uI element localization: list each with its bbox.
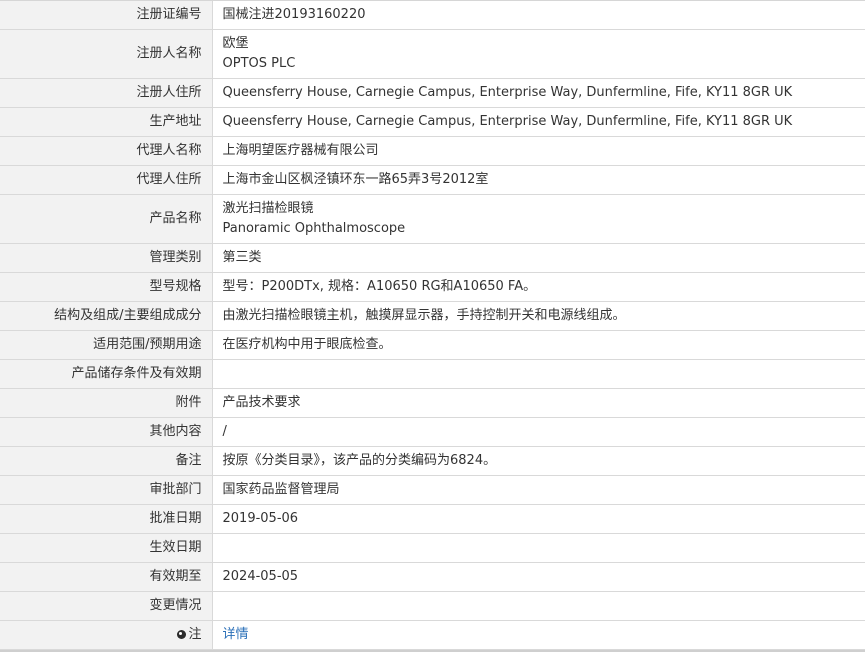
table-row: 产品名称 激光扫描检眼镜 Panoramic Ophthalmoscope	[0, 194, 865, 244]
table-row: 生效日期	[0, 533, 865, 563]
field-value-line: /	[222, 424, 227, 439]
table-row: 代理人住所 上海市金山区枫泾镇环东一路65弄3号2012室	[0, 165, 865, 195]
table-row: 结构及组成/主要组成成分 由激光扫描检眼镜主机，触摸屏显示器，手持控制开关和电源…	[0, 301, 865, 331]
note-row: 注 详情	[0, 620, 865, 650]
field-value: 按原《分类目录》，该产品的分类编码为6824。	[212, 446, 865, 476]
table-row: 附件 产品技术要求	[0, 388, 865, 418]
field-value-line: 第三类	[222, 250, 262, 265]
field-label: 产品名称	[0, 194, 213, 244]
field-value-line: 按原《分类目录》，该产品的分类编码为6824。	[222, 453, 497, 468]
table-row: 注册人名称 欧堡 OPTOS PLC	[0, 29, 865, 79]
field-label: 批准日期	[0, 504, 213, 534]
field-value-line: 产品技术要求	[222, 395, 301, 410]
registration-table: 注册证编号 国械注进20193160220 注册人名称 欧堡 OPTOS PLC …	[0, 1, 865, 650]
field-label: 附件	[0, 388, 213, 418]
field-value-line: 型号：P200DTx, 规格：A10650 RG和A10650 FA。	[222, 279, 537, 294]
field-label: 适用范围/预期用途	[0, 330, 213, 360]
field-value-line: 在医疗机构中用于眼底检查。	[222, 337, 392, 352]
table-row: 适用范围/预期用途 在医疗机构中用于眼底检查。	[0, 330, 865, 360]
field-value: 第三类	[212, 243, 865, 273]
field-label: 型号规格	[0, 272, 213, 302]
table-row: 其他内容 /	[0, 417, 865, 447]
note-icon	[177, 630, 187, 639]
field-label: 结构及组成/主要组成成分	[0, 301, 213, 331]
field-value	[212, 533, 865, 563]
field-value: Queensferry House, Carnegie Campus, Ente…	[212, 107, 865, 137]
field-value: 由激光扫描检眼镜主机，触摸屏显示器，手持控制开关和电源线组成。	[212, 301, 865, 331]
field-value: 激光扫描检眼镜 Panoramic Ophthalmoscope	[212, 194, 865, 244]
field-label: 生产地址	[0, 107, 213, 137]
field-label: 其他内容	[0, 417, 213, 447]
field-value-line: 2024-05-05	[222, 569, 299, 584]
field-value: /	[212, 417, 865, 447]
field-value: 上海明望医疗器械有限公司	[212, 136, 865, 166]
table-row: 代理人名称 上海明望医疗器械有限公司	[0, 136, 865, 166]
table-row: 型号规格 型号：P200DTx, 规格：A10650 RG和A10650 FA。	[0, 272, 865, 302]
field-value-line: 欧堡	[222, 36, 249, 51]
field-value: 上海市金山区枫泾镇环东一路65弄3号2012室	[212, 165, 865, 195]
table-row: 产品储存条件及有效期	[0, 359, 865, 389]
field-value-line: 由激光扫描检眼镜主机，触摸屏显示器，手持控制开关和电源线组成。	[222, 308, 626, 323]
field-value-line: Queensferry House, Carnegie Campus, Ente…	[222, 85, 793, 100]
field-value: 2019-05-06	[212, 504, 865, 534]
field-value: 欧堡 OPTOS PLC	[212, 29, 865, 79]
field-label: 有效期至	[0, 562, 213, 592]
field-value	[212, 359, 865, 389]
field-value-line: 国家药品监督管理局	[222, 482, 340, 497]
field-value: 型号：P200DTx, 规格：A10650 RG和A10650 FA。	[212, 272, 865, 302]
field-value: 在医疗机构中用于眼底检查。	[212, 330, 865, 360]
field-value: 2024-05-05	[212, 562, 865, 592]
table-row: 生产地址 Queensferry House, Carnegie Campus,…	[0, 107, 865, 137]
field-label: 生效日期	[0, 533, 213, 563]
table-row: 注册人住所 Queensferry House, Carnegie Campus…	[0, 78, 865, 108]
bottom-divider	[0, 650, 865, 652]
field-value-line: Queensferry House, Carnegie Campus, Ente…	[222, 114, 793, 129]
note-value-cell: 详情	[212, 620, 865, 650]
field-value: Queensferry House, Carnegie Campus, Ente…	[212, 78, 865, 108]
field-value-line: 上海明望医疗器械有限公司	[222, 143, 379, 158]
table-row: 有效期至 2024-05-05	[0, 562, 865, 592]
field-value: 国家药品监督管理局	[212, 475, 865, 505]
table-row: 审批部门 国家药品监督管理局	[0, 475, 865, 505]
table-row: 备注 按原《分类目录》，该产品的分类编码为6824。	[0, 446, 865, 476]
field-label: 审批部门	[0, 475, 213, 505]
registration-rows: 注册证编号 国械注进20193160220 注册人名称 欧堡 OPTOS PLC …	[0, 1, 865, 650]
field-label: 代理人住所	[0, 165, 213, 195]
field-value-line: 激光扫描检眼镜	[222, 201, 314, 216]
field-value-line: 上海市金山区枫泾镇环东一路65弄3号2012室	[222, 172, 489, 187]
registration-detail-sheet: 注册证编号 国械注进20193160220 注册人名称 欧堡 OPTOS PLC …	[0, 0, 865, 652]
table-row: 注册证编号 国械注进20193160220	[0, 1, 865, 30]
field-value-line: 国械注进20193160220	[222, 7, 366, 22]
note-label-cell: 注	[0, 620, 213, 650]
field-label: 变更情况	[0, 591, 213, 621]
field-label: 产品储存条件及有效期	[0, 359, 213, 389]
field-value-line: 2019-05-06	[222, 511, 299, 526]
field-label: 备注	[0, 446, 213, 476]
field-value-line: OPTOS PLC	[222, 56, 296, 71]
field-label: 管理类别	[0, 243, 213, 273]
field-label: 注册人名称	[0, 29, 213, 79]
table-row: 批准日期 2019-05-06	[0, 504, 865, 534]
details-link[interactable]: 详情	[223, 627, 249, 642]
field-label: 代理人名称	[0, 136, 213, 166]
field-value: 产品技术要求	[212, 388, 865, 418]
field-value: 国械注进20193160220	[212, 1, 865, 30]
field-value-line: Panoramic Ophthalmoscope	[222, 221, 406, 236]
table-row: 管理类别 第三类	[0, 243, 865, 273]
field-label: 注册人住所	[0, 78, 213, 108]
note-label: 注	[188, 627, 202, 642]
field-value	[212, 591, 865, 621]
field-label: 注册证编号	[0, 1, 213, 30]
table-row: 变更情况	[0, 591, 865, 621]
